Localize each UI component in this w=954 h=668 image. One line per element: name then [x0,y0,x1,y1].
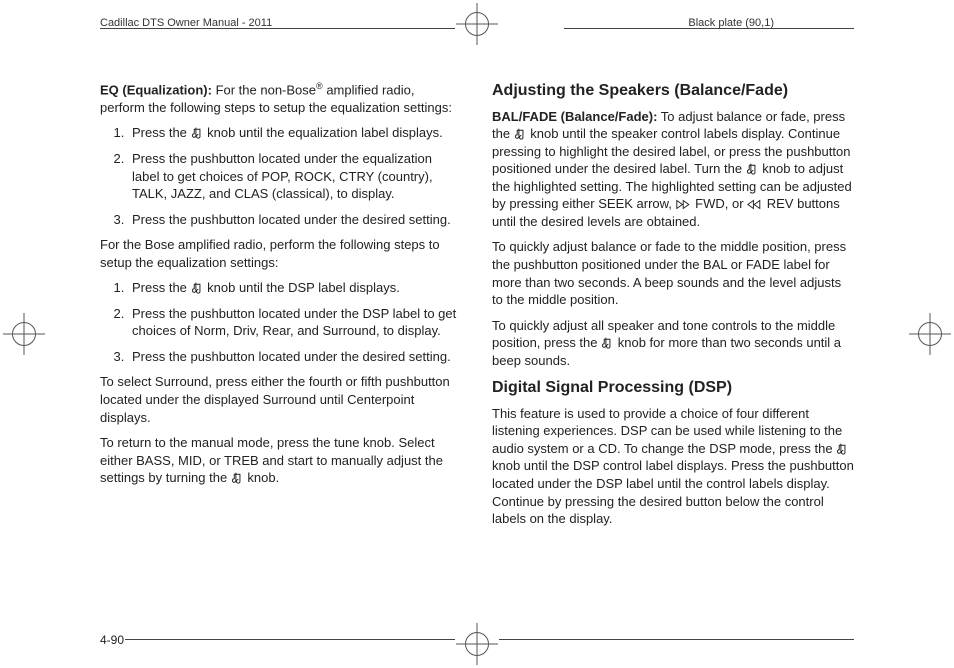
crop-mark-right [918,322,942,346]
registered-icon: ® [316,81,323,91]
rewind-icon [747,199,763,210]
header-manual-title: Cadillac DTS Owner Manual - 2011 [100,16,272,31]
list-item: Press the knob until the DSP label displ… [128,279,462,297]
dsp-heading: Digital Signal Processing (DSP) [492,377,854,399]
balfade-paragraph: BAL/FADE (Balance/Fade): To adjust balan… [492,108,854,231]
tune-knob-icon [836,442,849,455]
crop-mark-bottom [465,632,489,656]
speakers-heading: Adjusting the Speakers (Balance/Fade) [492,80,854,102]
list-item: Press the pushbutton located under the d… [128,348,462,366]
manual-page: Cadillac DTS Owner Manual - 2011 Black p… [0,0,954,668]
eq-intro: EQ (Equalization): For the non-Bose® amp… [100,80,462,116]
crop-mark-top [465,12,489,36]
tune-knob-icon [601,336,614,349]
tune-knob-icon [746,162,759,175]
quick-all-note: To quickly adjust all speaker and tone c… [492,317,854,370]
left-column: EQ (Equalization): For the non-Bose® amp… [100,80,462,608]
bose-surround-note: To select Surround, press either the fou… [100,373,462,426]
list-item: Press the pushbutton located under the e… [128,150,462,203]
crop-mark-left [12,322,36,346]
list-item: Press the knob until the equalization la… [128,124,462,142]
dsp-body: This feature is used to provide a choice… [492,405,854,528]
fast-forward-icon [676,199,692,210]
rule-line [125,639,455,640]
list-item: Press the pushbutton located under the d… [128,211,462,229]
tune-knob-icon [514,127,527,140]
manual-return-note: To return to the manual mode, press the … [100,434,462,487]
header-plate-label: Black plate (90,1) [688,16,774,31]
tune-knob-icon [231,471,244,484]
eq-steps-list: Press the knob until the equalization la… [100,124,462,228]
rule-line [499,639,854,640]
right-column: Adjusting the Speakers (Balance/Fade) BA… [492,80,854,608]
page-number: 4-90 [100,632,124,648]
quick-balance-note: To quickly adjust balance or fade to the… [492,238,854,308]
eq-intro-pre: For the non-Bose [212,82,316,97]
tune-knob-icon [191,126,204,139]
tune-knob-icon [191,281,204,294]
page-content: EQ (Equalization): For the non-Bose® amp… [100,80,854,608]
bose-steps-list: Press the knob until the DSP label displ… [100,279,462,365]
list-item: Press the pushbutton located under the D… [128,305,462,340]
eq-label: EQ (Equalization): [100,82,212,97]
bose-intro: For the Bose amplified radio, perform th… [100,236,462,271]
balfade-label: BAL/FADE (Balance/Fade): [492,109,657,124]
